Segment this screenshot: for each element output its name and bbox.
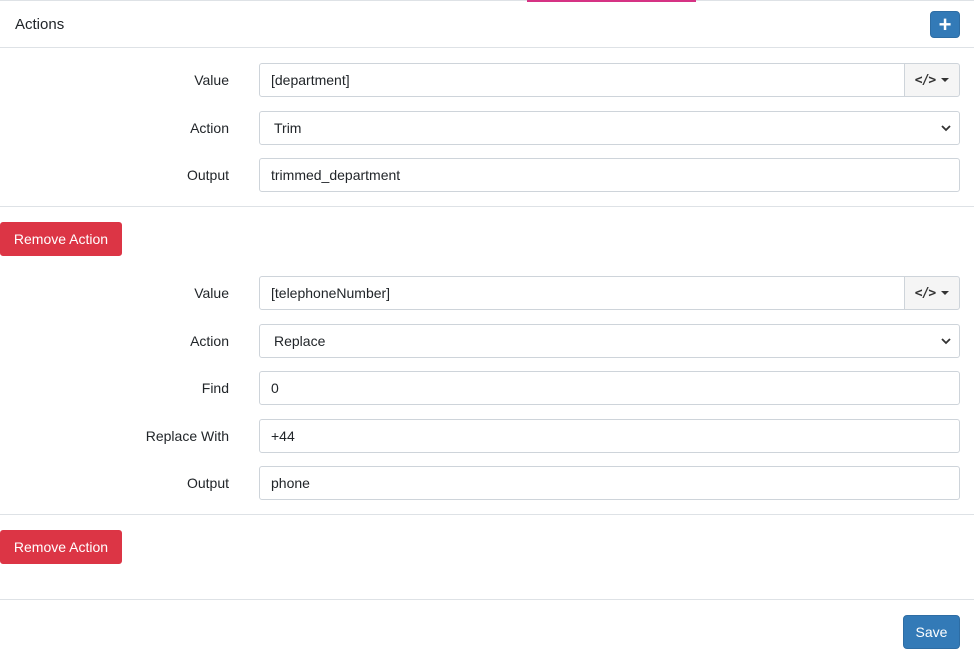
value-input[interactable]: [telephoneNumber] bbox=[259, 276, 905, 310]
replace-with-input[interactable]: +44 bbox=[259, 419, 960, 453]
chevron-down-icon bbox=[941, 338, 951, 345]
field-label: Action bbox=[190, 120, 229, 136]
output-input[interactable]: phone bbox=[259, 466, 960, 500]
select-value: Trim bbox=[274, 120, 302, 136]
plus-icon: + bbox=[938, 12, 952, 37]
output-input[interactable]: trimmed_department bbox=[259, 158, 960, 192]
footer-divider bbox=[0, 599, 974, 600]
code-icon: </> bbox=[914, 72, 937, 88]
actions-header: Actions + bbox=[0, 1, 974, 48]
find-input[interactable]: 0 bbox=[259, 371, 960, 405]
variable-picker-button[interactable]: </> bbox=[904, 276, 960, 310]
field-label: Replace With bbox=[145, 428, 229, 444]
variable-picker-button[interactable]: </> bbox=[904, 63, 960, 97]
chevron-down-icon bbox=[941, 125, 951, 132]
form-row-output: Output trimmed_department bbox=[0, 158, 974, 192]
form-row-output: Output phone bbox=[0, 466, 974, 500]
form-row-value: Value [department] </> bbox=[0, 63, 974, 97]
form-row-action: Action Replace bbox=[0, 324, 974, 358]
caret-down-icon bbox=[941, 78, 950, 82]
field-label: Action bbox=[190, 333, 229, 349]
action-select[interactable]: Trim bbox=[259, 111, 960, 145]
divider bbox=[0, 206, 974, 207]
action-select[interactable]: Replace bbox=[259, 324, 960, 358]
form-row-find: Find 0 bbox=[0, 371, 974, 405]
remove-action-button[interactable]: Remove Action bbox=[0, 222, 122, 256]
save-button[interactable]: Save bbox=[903, 615, 960, 649]
value-input[interactable]: [department] bbox=[259, 63, 905, 97]
divider bbox=[0, 514, 974, 515]
form-row-value: Value [telephoneNumber] </> bbox=[0, 276, 974, 310]
caret-down-icon bbox=[941, 291, 950, 295]
remove-action-button[interactable]: Remove Action bbox=[0, 530, 122, 564]
select-value: Replace bbox=[274, 333, 326, 349]
form-row-action: Action Trim bbox=[0, 111, 974, 145]
field-label: Output bbox=[186, 167, 229, 183]
add-action-button[interactable]: + bbox=[930, 11, 960, 38]
section-title: Actions bbox=[15, 16, 65, 33]
code-icon: </> bbox=[914, 285, 937, 301]
form-row-replace-with: Replace With +44 bbox=[0, 419, 974, 453]
field-label: Value bbox=[194, 285, 229, 301]
field-label: Find bbox=[201, 380, 229, 396]
field-label: Value bbox=[194, 72, 229, 88]
field-label: Output bbox=[186, 475, 229, 491]
